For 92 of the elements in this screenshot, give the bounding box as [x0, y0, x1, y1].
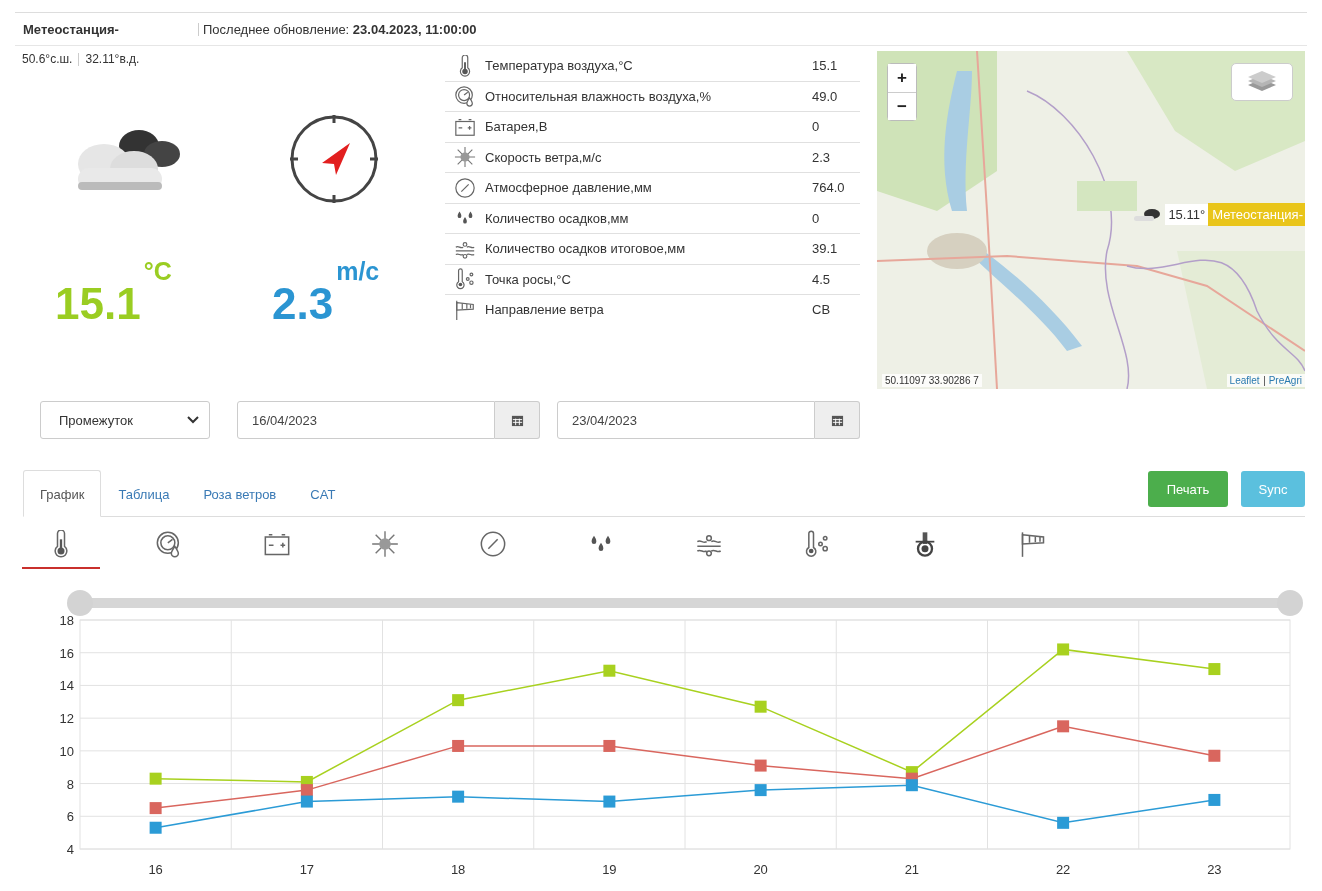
reading-label: Относительная влажность воздуха,%: [485, 88, 712, 104]
x-tick-label: 19: [602, 862, 617, 877]
y-tick-label: 14: [59, 678, 74, 694]
reading-label: Температура воздуха,°C: [485, 58, 634, 74]
print-button[interactable]: Печать: [1148, 471, 1228, 507]
y-tick-label: 6: [66, 809, 74, 825]
reading-label: Количество осадков,мм: [485, 210, 630, 226]
wind-speed-unit: m/c: [336, 257, 380, 286]
x-tick-label: 21: [904, 862, 920, 877]
attribution-link[interactable]: PreAgri: [1268, 375, 1302, 386]
last-update: Последнее обновление: 23.04.2023, 11:00:00: [203, 21, 477, 37]
x-tick-label: 16: [148, 862, 163, 877]
reading-value: СВ: [812, 302, 832, 318]
reading-label: Скорость ветра,м/с: [485, 149, 603, 165]
gauge-icon: [479, 530, 507, 558]
data-point: [149, 772, 162, 785]
windsock-icon: [1019, 530, 1047, 558]
data-point: [603, 795, 616, 808]
data-point: [1208, 749, 1221, 762]
thermometer-drops-icon: [803, 530, 831, 558]
calendar-icon: [510, 413, 524, 427]
data-point: [1208, 793, 1221, 806]
x-tick-label: 18: [450, 862, 466, 877]
data-point: [1208, 663, 1221, 676]
reading-value: 15.1: [812, 58, 839, 74]
x-tick-label: 20: [753, 862, 768, 877]
tab[interactable]: CAT: [293, 470, 353, 517]
temperature-unit: °C: [143, 257, 172, 286]
cursor-coordinates: 50.11097 33.90286 7: [882, 374, 982, 387]
date-from-field[interactable]: 16/04/2023: [237, 401, 495, 439]
period-select[interactable]: Промежуток: [40, 401, 210, 439]
map[interactable]: + − 15.11° Метеостанция- 50.11097 33.90286 7 Leaflet PreAgri: [877, 51, 1305, 389]
y-tick-label: 8: [66, 776, 74, 792]
calendar-button[interactable]: [815, 401, 860, 439]
gauge-drop-icon: [454, 85, 476, 108]
reading-value: 39.1: [812, 241, 839, 257]
attribution-link[interactable]: Leaflet: [1229, 375, 1260, 386]
date-to-field[interactable]: 23/04/2023: [557, 401, 815, 439]
reading-value: 764.0: [812, 180, 846, 196]
windsock-icon: [454, 298, 476, 321]
data-point: [754, 700, 767, 713]
tab[interactable]: Таблица: [101, 470, 187, 517]
x-tick-label: 17: [299, 862, 315, 877]
reading-value: 4.5: [812, 271, 832, 287]
data-point: [603, 739, 616, 752]
y-tick-label: 10: [59, 743, 74, 759]
data-point: [1057, 643, 1070, 656]
tab[interactable]: Роза ветров: [186, 470, 294, 517]
tab[interactable]: График: [23, 470, 102, 517]
calendar-icon: [830, 413, 844, 427]
station-name: Метеостанция-: [23, 21, 120, 37]
reading-label: Батарея,В: [485, 119, 549, 135]
data-point: [905, 779, 918, 792]
cloud-icon: [1133, 207, 1162, 222]
reading-label: Атмосферное давление,мм: [485, 180, 653, 196]
calendar-button[interactable]: [495, 401, 540, 439]
reading-value: 49.0: [812, 88, 839, 104]
data-point: [754, 759, 767, 772]
data-point: [300, 784, 313, 797]
data-point: [603, 664, 616, 677]
wind-speed-reading: 2.3: [272, 279, 334, 329]
y-tick-label: 4: [66, 842, 74, 857]
x-tick-label: 22: [1055, 862, 1071, 877]
data-point: [452, 694, 465, 707]
compass-rose-icon: [454, 146, 476, 169]
reading-value: 0: [812, 210, 821, 226]
marker-temperature: 15.11°: [1165, 204, 1209, 225]
y-tick-label: 18: [59, 613, 74, 628]
y-tick-label: 16: [59, 645, 74, 661]
reading-label: Точка росы,°C: [485, 271, 572, 287]
temperature-reading: 15.1: [55, 279, 141, 329]
layers-button[interactable]: [1231, 63, 1293, 101]
x-tick-label: 23: [1207, 862, 1222, 877]
reading-value: 0: [812, 119, 821, 135]
chevron-icon: [187, 416, 199, 424]
zoom-out-button[interactable]: −: [888, 92, 916, 120]
data-point: [1057, 720, 1070, 733]
reading-label: Количество осадков итоговое,мм: [485, 241, 687, 257]
reading-value: 2.3: [812, 149, 832, 165]
thermometer-drops-icon: [454, 268, 476, 291]
compass-rose-icon: [371, 530, 399, 558]
data-point: [754, 784, 767, 797]
range-slider[interactable]: [67, 590, 1303, 616]
gauge-icon: [454, 176, 476, 199]
data-point: [452, 739, 465, 752]
latitude: 50.6°с.ш.: [22, 52, 73, 66]
y-tick-label: 12: [59, 711, 74, 727]
reading-label: Направление ветра: [485, 302, 605, 318]
data-point: [149, 802, 162, 815]
data-point: [149, 821, 162, 834]
longitude: 32.11°в.д.: [85, 52, 140, 66]
data-point: [452, 790, 465, 803]
